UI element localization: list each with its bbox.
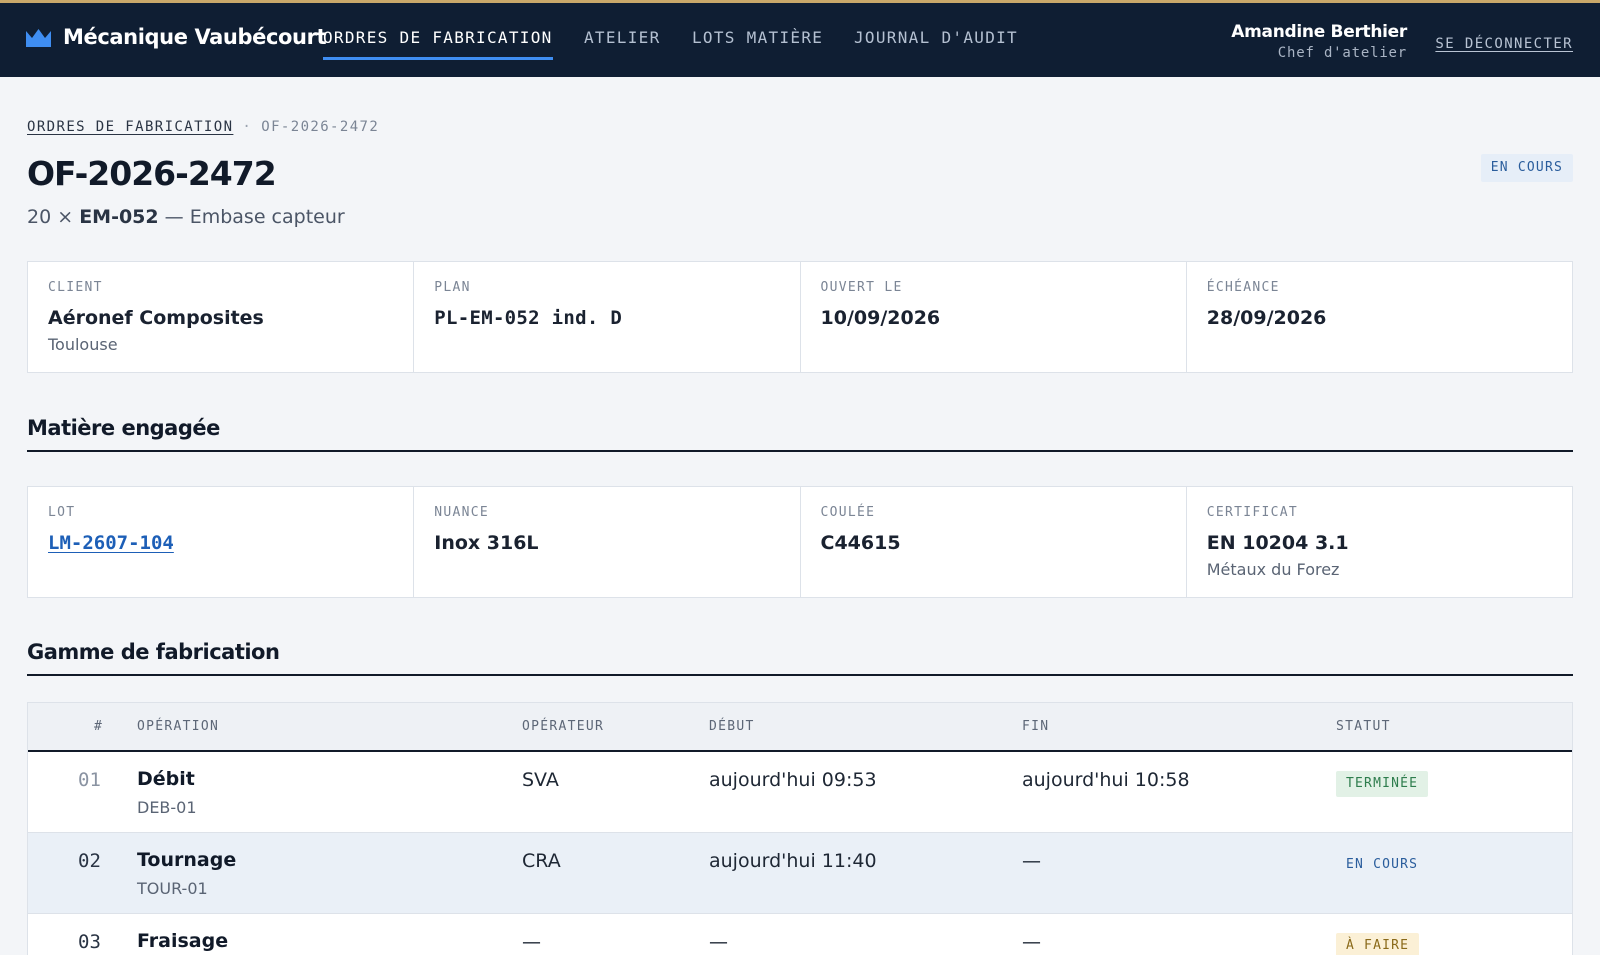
breadcrumb-root-link[interactable]: ORDRES DE FABRICATION [27, 119, 233, 135]
row-operation-code: TOUR-01 [137, 879, 208, 898]
row-operation: Fraisage [137, 930, 229, 952]
info-value: Aéronef Composites [48, 307, 264, 329]
breadcrumb: ORDRES DE FABRICATION · OF-2026-2472 [27, 119, 379, 135]
order-quantity: 20 × [27, 206, 74, 228]
row-end: aujourd'hui 10:58 [1022, 769, 1190, 791]
info-due: ÉCHÉANCE 28/09/2026 [1187, 262, 1572, 372]
crown-logo-icon [26, 29, 51, 47]
info-sub: Toulouse [48, 335, 118, 354]
row-status-badge: TERMINÉE [1336, 771, 1429, 797]
row-operation: Tournage [137, 849, 237, 871]
table-row[interactable]: 01 Débit DEB-01 SVA aujourd'hui 09:53 au… [28, 752, 1572, 833]
row-number: 01 [78, 769, 101, 791]
row-status-badge: À FAIRE [1336, 933, 1420, 955]
row-operator: SVA [522, 769, 559, 791]
table-row[interactable]: 03 Fraisage — — — À FAIRE [28, 914, 1572, 955]
user-name: Amandine Berthier [1231, 22, 1407, 42]
order-status-badge: EN COURS [1480, 154, 1573, 182]
material-label: COULÉE [820, 505, 876, 520]
header-end: FIN [1022, 719, 1050, 734]
info-value: 28/09/2026 [1206, 307, 1327, 329]
breadcrumb-current: OF-2026-2472 [261, 119, 380, 135]
brand[interactable]: Mécanique Vaubécourt [26, 25, 327, 49]
nav-lots-matiere[interactable]: LOTS MATIÈRE [692, 28, 823, 57]
material-sub: Métaux du Forez [1206, 560, 1340, 579]
row-number: 02 [78, 850, 101, 872]
top-navigation-bar: Mécanique Vaubécourt ORDRES DE FABRICATI… [0, 0, 1600, 77]
nav-ordres-de-fabrication[interactable]: ORDRES DE FABRICATION [323, 28, 553, 60]
material-grid: LOT LM-2607-104 NUANCE Inox 316L COULÉE … [27, 486, 1573, 598]
material-label: CERTIFICAT [1206, 505, 1299, 520]
material-label: LOT [48, 505, 76, 520]
brand-name: Mécanique Vaubécourt [63, 25, 327, 49]
material-section-title: Matière engagée [27, 416, 1573, 452]
info-label: CLIENT [48, 280, 103, 295]
row-end: — [1022, 931, 1041, 953]
page-title: OF-2026-2472 [27, 154, 277, 193]
material-certificate: CERTIFICAT EN 10204 3.1 Métaux du Forez [1187, 487, 1572, 597]
order-info-grid: CLIENT Aéronef Composites Toulouse PLAN … [27, 261, 1573, 373]
header-status: STATUT [1336, 719, 1391, 734]
table-row[interactable]: 02 Tournage TOUR-01 CRA aujourd'hui 11:4… [28, 833, 1572, 914]
order-description: — Embase capteur [164, 206, 345, 228]
material-value: C44615 [820, 532, 901, 554]
header-num: # [94, 719, 104, 734]
logout-link[interactable]: SE DÉCONNECTER [1435, 36, 1573, 52]
row-operator: CRA [522, 850, 561, 872]
row-number: 03 [78, 931, 101, 953]
breadcrumb-separator: · [242, 119, 253, 135]
order-subtitle: 20 × EM-052 — Embase capteur [27, 206, 345, 228]
info-value: PL-EM-052 ind. D [434, 307, 623, 329]
material-heat: COULÉE C44615 [801, 487, 1187, 597]
info-label: PLAN [434, 280, 471, 295]
row-operation: Débit [137, 768, 195, 790]
row-operation-code: DEB-01 [137, 798, 197, 817]
info-label: OUVERT LE [820, 280, 903, 295]
row-end: — [1022, 850, 1041, 872]
nav-journal-audit[interactable]: JOURNAL D'AUDIT [854, 28, 1018, 57]
row-status-badge: EN COURS [1346, 857, 1419, 872]
material-grade: NUANCE Inox 316L [414, 487, 801, 597]
header-operation: OPÉRATION [137, 719, 220, 734]
row-start: — [709, 931, 728, 953]
row-start: aujourd'hui 09:53 [709, 769, 877, 791]
info-label: ÉCHÉANCE [1206, 280, 1280, 295]
routing-table: # OPÉRATION OPÉRATEUR DÉBUT FIN STATUT 0… [27, 702, 1573, 955]
header-start: DÉBUT [709, 719, 755, 734]
row-operator: — [522, 931, 541, 953]
user-role: Chef d'atelier [1277, 45, 1407, 61]
material-lot: LOT LM-2607-104 [28, 487, 415, 597]
row-start: aujourd'hui 11:40 [709, 850, 877, 872]
material-value: Inox 316L [434, 532, 539, 554]
info-plan: PLAN PL-EM-052 ind. D [414, 262, 801, 372]
material-lot-link[interactable]: LM-2607-104 [48, 532, 393, 554]
nav-atelier[interactable]: ATELIER [584, 28, 661, 57]
routing-section-title: Gamme de fabrication [27, 640, 1573, 676]
header-operator: OPÉRATEUR [522, 719, 605, 734]
info-client: CLIENT Aéronef Composites Toulouse [28, 262, 415, 372]
info-opened: OUVERT LE 10/09/2026 [801, 262, 1187, 372]
material-value: EN 10204 3.1 [1206, 532, 1349, 554]
routing-table-header: # OPÉRATION OPÉRATEUR DÉBUT FIN STATUT [28, 703, 1572, 752]
order-part-number: EM-052 [79, 206, 159, 228]
info-value: 10/09/2026 [820, 307, 941, 329]
material-label: NUANCE [434, 505, 490, 520]
